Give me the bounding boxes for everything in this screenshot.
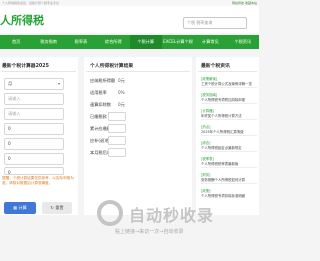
news-item[interactable]: [税率表] 个人所得税税率表最新版 (201, 157, 257, 169)
reset-label: 重置 (55, 205, 64, 210)
divider (201, 103, 257, 105)
news-text: 劳务报酬个人所得税如何计算 (201, 177, 246, 182)
watermark-slogan: 點上链接→来访一次→自动收录 (115, 229, 184, 235)
nav-item-faq[interactable]: 计算常见 (194, 35, 226, 49)
divider (2, 71, 76, 72)
divider (86, 71, 190, 72)
result-panel: 个人所得税计算结果 应纳税所得额 0元 适用税率 0% 速算扣除数 0元 已缴税… (84, 57, 192, 215)
result-value: 0元 (118, 102, 125, 107)
calculate-label: 计算 (18, 205, 27, 210)
refund-field[interactable] (108, 136, 126, 145)
site-logo[interactable]: 人所得税 (0, 12, 44, 28)
news-text: 个人所得税起征点最新规定 (201, 145, 242, 150)
reset-button[interactable]: ↻ 重置 (42, 202, 72, 214)
nav-item-rate-table[interactable]: 税率表 (65, 35, 97, 49)
result-value: 0元 (118, 78, 125, 83)
news-text: 个人所得税专项附加扣除申报 (201, 97, 246, 102)
deduction-input-1[interactable]: 0 (4, 123, 64, 135)
news-tag: [计算器] (201, 109, 214, 113)
news-tag: [税务指南] (201, 93, 218, 97)
net-income-field[interactable] (108, 148, 126, 157)
news-tag: [税率表] (201, 157, 214, 161)
watermark-logo-icon (97, 200, 123, 226)
result-row: 已缴税款 (90, 111, 107, 122)
main-nav: 首页 税务指南 税率表 综合所得 个税计算 EXCEL计算个税 计算常见 个税资… (0, 35, 259, 49)
news-item[interactable]: [税务指南] 个人所得税专项附加扣除申报 (201, 93, 257, 105)
divider (201, 183, 257, 185)
divider (201, 135, 257, 137)
divider (201, 87, 257, 89)
nav-item-excel[interactable]: EXCEL计算个税 (162, 35, 194, 49)
news-tag: [热点] (201, 125, 211, 129)
salary-input[interactable]: 请输入 (4, 93, 64, 105)
news-text: 2025年个人所得税汇算清缴 (201, 129, 244, 134)
news-item[interactable]: [政策解读] 工资个税计算公式及案例详解一览 (201, 77, 257, 89)
result-row: 速算扣除数 0元 (90, 99, 125, 110)
news-tag: [财务] (201, 173, 211, 177)
news-text: 个人所得税专项扣除标准明细 (201, 193, 246, 198)
paid-tax-field[interactable] (108, 112, 126, 121)
result-title: 个人所得税计算结果 (90, 64, 134, 69)
news-item[interactable]: [财务] 劳务报酬个人所得税如何计算 (201, 173, 257, 185)
result-label: 适用税率 (90, 90, 107, 95)
divider (198, 71, 257, 72)
divider (201, 151, 257, 153)
news-item[interactable]: [综合] 个人所得税起征点最新规定 (201, 141, 257, 153)
nav-item-income[interactable]: 综合所得 (97, 35, 129, 49)
period-select[interactable]: 月 ▾ (4, 78, 64, 90)
result-label: 应纳税所得额 (90, 78, 116, 83)
result-row: 适用税率 0% (90, 87, 125, 98)
news-panel: 最新个税资讯 [政策解读] 工资个税计算公式及案例详解一览 [税务指南] 个人所… (196, 57, 259, 215)
calculator-panel: 最新个税计算器2025 月 ▾ 请输入 请输入 0 0 0 0 提醒：个税计算结… (0, 57, 78, 215)
result-label: 速算扣除数 (90, 102, 111, 107)
news-tag: [综合] (201, 141, 211, 145)
news-item[interactable]: [热点] 2025年个人所得税汇算清缴 (201, 125, 257, 137)
news-item[interactable]: [政策] 个人所得税专项扣除标准明细 (201, 189, 257, 198)
calculator-title: 最新个税计算器2025 (2, 64, 49, 69)
divider (201, 167, 257, 169)
result-row: 应纳税所得额 0元 (90, 75, 125, 86)
chevron-down-icon: ▾ (57, 81, 60, 86)
search-input[interactable]: 个税 税率查询 (183, 17, 247, 29)
news-title: 最新个税资讯 (201, 64, 230, 69)
divider (201, 119, 257, 121)
nav-item-guide[interactable]: 税务指南 (32, 35, 64, 49)
result-label: 已缴税款 (90, 114, 107, 119)
nav-item-home[interactable]: 首页 (0, 35, 32, 49)
deduction-input-3[interactable]: 0 (4, 153, 64, 165)
top-info-text: 个人所得税欢迎您，自助计算个税专业平台 (2, 1, 60, 5)
news-tag: [政策解读] (201, 77, 218, 81)
deduction-input-4[interactable]: 0 (4, 167, 64, 175)
news-text: 工资个税计算公式及案例详解一览 (201, 81, 252, 86)
result-value: 0% (118, 90, 125, 95)
news-text: 个人所得税税率表最新版 (201, 161, 239, 166)
site-header: 人所得税 个税 税率查询 (0, 6, 259, 33)
watermark-brand: 自动秒收录 (129, 206, 215, 225)
deduction-input-2[interactable]: 0 (4, 138, 64, 150)
nav-item-calculator[interactable]: 个税计算 (129, 35, 162, 49)
insurance-input[interactable]: 请输入 (4, 108, 64, 120)
accum-tax-field[interactable] (108, 124, 126, 133)
news-text: 年终奖个人所得税计算方法 (201, 113, 242, 118)
news-item[interactable]: [计算器] 年终奖个人所得税计算方法 (201, 109, 257, 121)
calculate-button[interactable]: ▦ 计算 (4, 202, 36, 214)
nav-item-news[interactable]: 个税资讯 (227, 35, 259, 49)
calc-note: 提醒：个税计算结果仅供参考，以实际申报为准，请核对数据后计算准确度。 (2, 176, 74, 185)
news-tag: [政策] (201, 189, 211, 193)
period-select-value: 月 (8, 81, 13, 86)
watermark: 自动秒收录 點上链接→来访一次→自动收录 (95, 198, 259, 261)
